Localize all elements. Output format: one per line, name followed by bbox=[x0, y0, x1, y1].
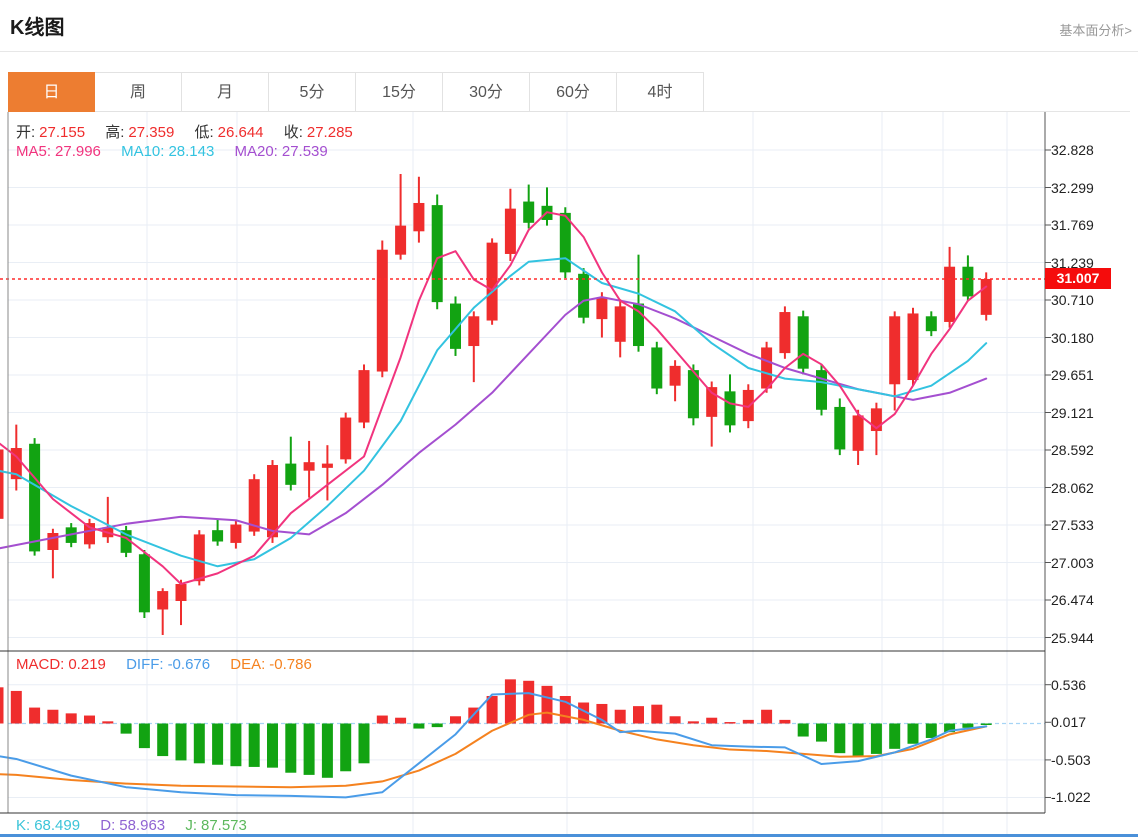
high-label: 高: bbox=[105, 124, 125, 141]
tab-period-6[interactable]: 60分 bbox=[530, 72, 617, 112]
ma10-value: 28.143 bbox=[168, 143, 215, 160]
macd-axis-label: -1.022 bbox=[1051, 789, 1091, 806]
low-value: 26.644 bbox=[217, 124, 264, 141]
price-axis-label: 25.944 bbox=[1051, 629, 1094, 646]
current-price-tag: 31.007 bbox=[1045, 268, 1111, 289]
close-label: 收: bbox=[283, 124, 303, 141]
price-axis-label: 32.828 bbox=[1051, 142, 1094, 158]
tab-period-0[interactable]: 日 bbox=[8, 72, 95, 112]
high-value: 27.359 bbox=[128, 124, 175, 141]
macd-legend: MACD: 0.219 DIFF: -0.676 DEA: -0.786 bbox=[16, 656, 316, 673]
ohlc-legend: 开: 27.155 高: 27.359 低: 26.644 收: 27.285 bbox=[16, 121, 357, 142]
tab-period-5[interactable]: 30分 bbox=[443, 72, 530, 112]
ma5-label: MA5: bbox=[16, 143, 52, 160]
period-tab-bar: 日周月 5分 15分 30分 60分 4时 bbox=[8, 72, 704, 112]
diff-value: -0.676 bbox=[167, 656, 211, 673]
j-label: J: bbox=[185, 817, 197, 834]
kdj-legend: K: 68.499 D: 58.963 J: 87.573 bbox=[16, 817, 251, 834]
tab-period-1[interactable]: 周 bbox=[95, 72, 182, 112]
d-value: 58.963 bbox=[119, 817, 166, 834]
price-axis-label: 32.299 bbox=[1051, 179, 1094, 196]
price-axis-label: 27.533 bbox=[1051, 517, 1094, 533]
price-axis-label: 29.121 bbox=[1051, 404, 1094, 421]
tab-period-4[interactable]: 15分 bbox=[356, 72, 443, 112]
macd-axis-label: 0.536 bbox=[1051, 676, 1087, 693]
macd-axis-label: 0.017 bbox=[1051, 714, 1087, 731]
tab-period-3[interactable]: 5分 bbox=[269, 72, 356, 112]
macd-value: 0.219 bbox=[68, 656, 106, 673]
price-axis-label: 31.769 bbox=[1051, 217, 1094, 233]
k-value: 68.499 bbox=[34, 817, 81, 834]
close-value: 27.285 bbox=[306, 124, 353, 141]
price-axis-label: 28.592 bbox=[1051, 442, 1094, 458]
open-label: 开: bbox=[16, 124, 36, 141]
k-label: K: bbox=[16, 817, 31, 834]
price-axis-label: 27.003 bbox=[1051, 554, 1094, 571]
j-value: 87.573 bbox=[200, 817, 247, 834]
ma5-value: 27.996 bbox=[55, 143, 101, 160]
ma10-label: MA10: bbox=[121, 143, 165, 160]
price-axis-label: 30.180 bbox=[1051, 329, 1094, 346]
dea-label: DEA: bbox=[230, 656, 266, 673]
macd-axis-label: -0.503 bbox=[1051, 751, 1091, 768]
price-axis-label: 29.651 bbox=[1051, 367, 1094, 383]
d-label: D: bbox=[100, 817, 116, 834]
ma-legend: MA5: 27.996 MA10: 28.143 MA20: 27.539 bbox=[16, 143, 332, 160]
tab-period-7[interactable]: 4时 bbox=[617, 72, 704, 112]
macd-label: MACD: bbox=[16, 656, 65, 673]
dea-value: -0.786 bbox=[269, 656, 312, 673]
low-label: 低: bbox=[194, 124, 214, 141]
diff-label: DIFF: bbox=[126, 656, 164, 673]
price-axis-label: 30.710 bbox=[1051, 292, 1094, 308]
ma20-value: 27.539 bbox=[281, 143, 328, 160]
price-axis-label: 28.062 bbox=[1051, 479, 1094, 496]
ma20-label: MA20: bbox=[234, 143, 278, 160]
open-value: 27.155 bbox=[39, 124, 86, 141]
price-axis-label: 26.474 bbox=[1051, 592, 1094, 608]
tab-period-2[interactable]: 月 bbox=[182, 72, 269, 112]
